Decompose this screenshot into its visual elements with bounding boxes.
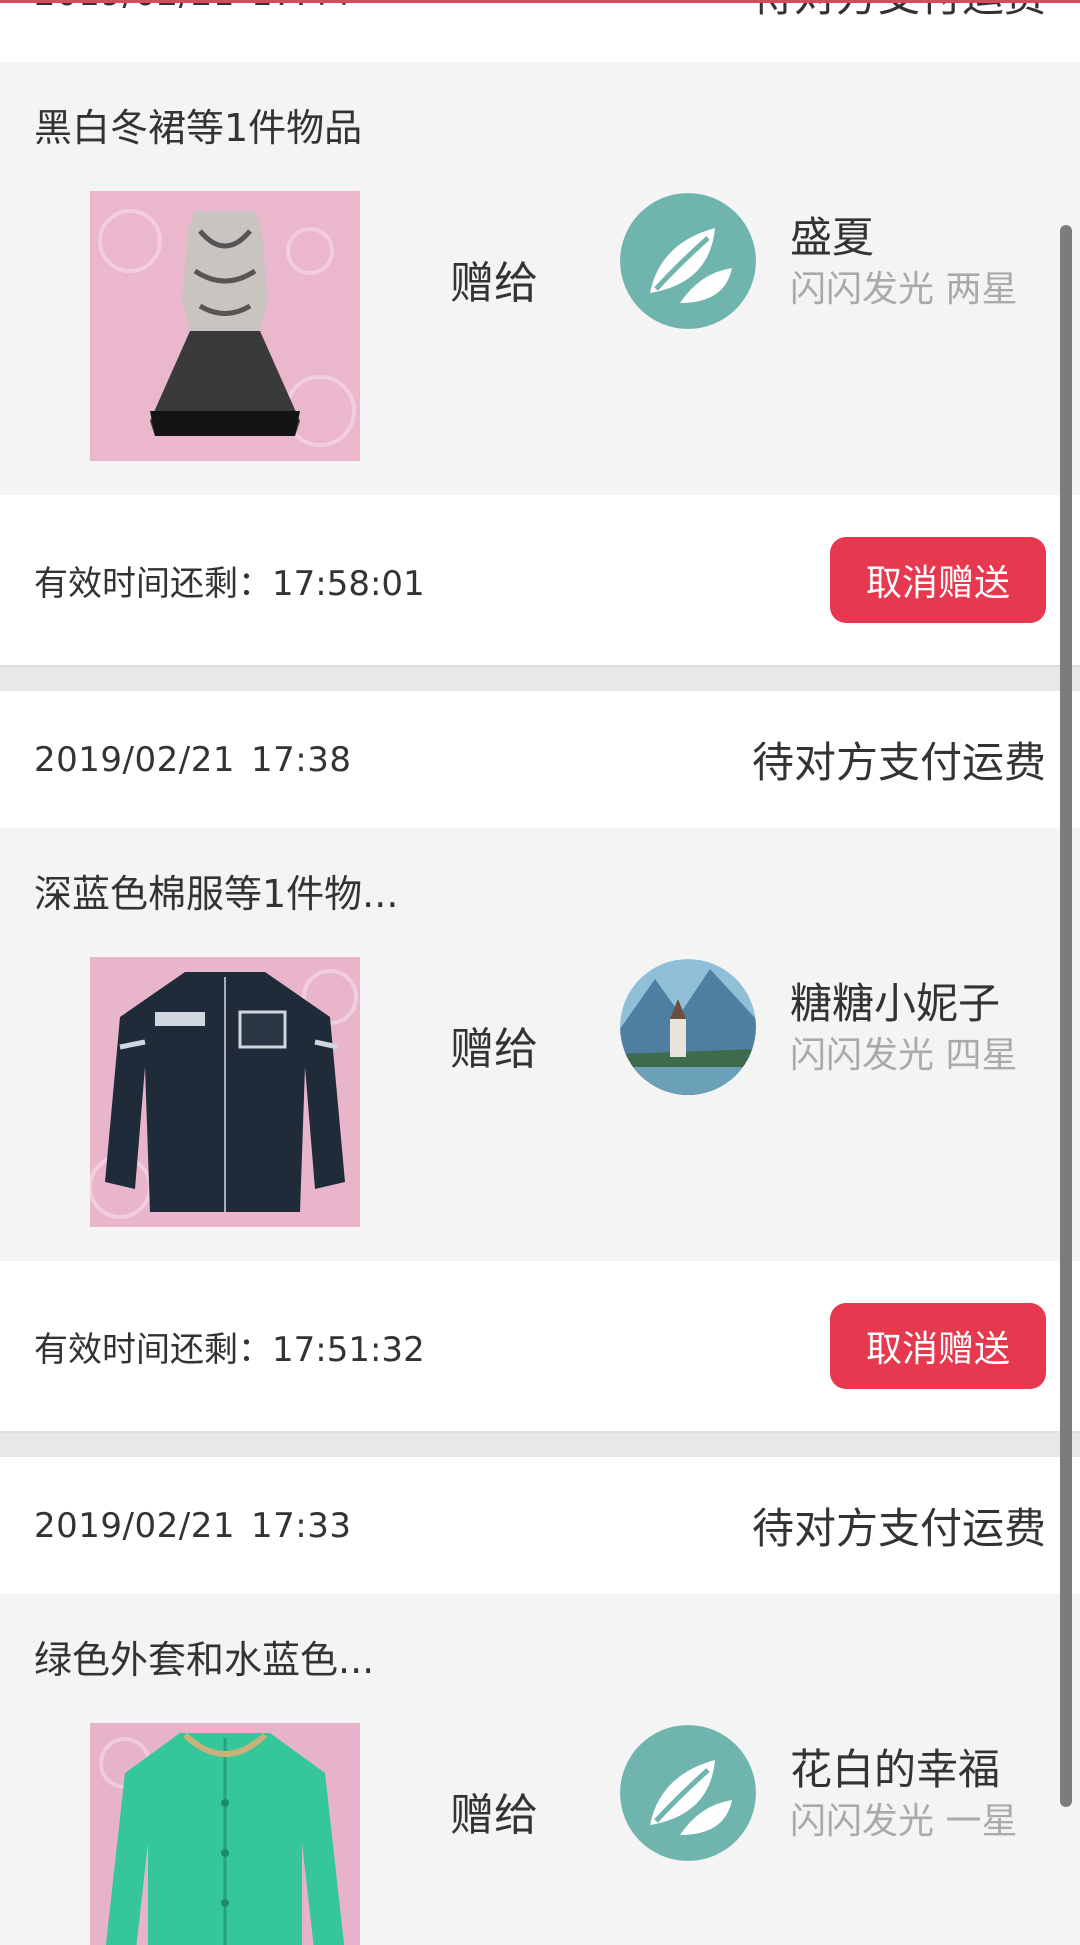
scrollbar[interactable] bbox=[1060, 225, 1072, 1807]
recipient-avatar-landscape[interactable] bbox=[620, 959, 756, 1095]
order-date: 2019/02/21 bbox=[34, 739, 235, 780]
cancel-gift-button[interactable]: 取消赠送 bbox=[830, 1303, 1046, 1389]
countdown-text: 有效时间还剩：17:58:01 bbox=[34, 563, 425, 604]
recipient-name: 糖糖小妮子 bbox=[790, 979, 1001, 1028]
order-status: 待对方支付运费 bbox=[752, 0, 1046, 24]
product-photo-dress[interactable] bbox=[90, 191, 360, 461]
order-footer: 有效时间还剩：17:58:01 取消赠送 bbox=[0, 495, 1080, 665]
order-list: 2019/02/2117:44 待对方支付运费 黑白冬裙等1件物品 bbox=[0, 0, 1080, 1945]
order-list-viewport[interactable]: 2019/02/2117:44 待对方支付运费 黑白冬裙等1件物品 bbox=[0, 0, 1080, 1945]
item-title: 深蓝色棉服等1件物... bbox=[34, 872, 399, 916]
order-status: 待对方支付运费 bbox=[751, 738, 1046, 787]
item-title: 黑白冬裙等1件物品 bbox=[34, 106, 363, 150]
order-card: 2019/02/21 17:33 待对方支付运费 绿色外套和水蓝色... 赠给 … bbox=[0, 1457, 1080, 1945]
order-status: 待对方支付运费 bbox=[751, 1504, 1046, 1553]
order-datetime: 2019/02/21 17:38 bbox=[34, 740, 351, 780]
give-label: 赠给 bbox=[450, 1024, 538, 1075]
order-body[interactable]: 绿色外套和水蓝色... 赠给 花白的幸福 闪闪发光 一星 bbox=[0, 1594, 1080, 1945]
order-card: 2019/02/2117:44 待对方支付运费 黑白冬裙等1件物品 bbox=[0, 0, 1080, 665]
top-accent-bar bbox=[0, 0, 1080, 3]
recipient-level: 闪闪发光 一星 bbox=[790, 1801, 1018, 1842]
recipient-avatar-leaf[interactable] bbox=[620, 1725, 756, 1861]
item-title: 绿色外套和水蓝色... bbox=[34, 1638, 375, 1682]
cancel-gift-button[interactable]: 取消赠送 bbox=[830, 537, 1046, 623]
recipient-name: 花白的幸福 bbox=[790, 1745, 1001, 1794]
product-photo-jacket[interactable] bbox=[90, 957, 360, 1227]
order-date: 2019/02/21 bbox=[34, 1505, 235, 1546]
order-datetime: 2019/02/21 17:33 bbox=[34, 1506, 351, 1546]
recipient-name: 盛夏 bbox=[790, 213, 875, 262]
card-divider bbox=[0, 665, 1080, 691]
recipient-level: 闪闪发光 两星 bbox=[790, 269, 1018, 310]
countdown-text: 有效时间还剩：17:51:32 bbox=[34, 1329, 425, 1370]
recipient-level: 闪闪发光 四星 bbox=[790, 1035, 1018, 1076]
recipient-avatar-leaf[interactable] bbox=[620, 193, 756, 329]
order-time: 17:38 bbox=[250, 739, 352, 780]
product-photo-coat[interactable] bbox=[90, 1723, 360, 1945]
order-body[interactable]: 深蓝色棉服等1件物... 赠给 糖糖小妮子 闪闪发光 四星 bbox=[0, 828, 1080, 1261]
order-body[interactable]: 黑白冬裙等1件物品 赠给 盛夏 闪闪发光 两星 bbox=[0, 62, 1080, 495]
order-header: 2019/02/2117:44 待对方支付运费 bbox=[0, 0, 1080, 62]
order-time: 17:33 bbox=[250, 1505, 352, 1546]
card-divider bbox=[0, 1431, 1080, 1457]
give-label: 赠给 bbox=[450, 1790, 538, 1841]
order-header: 2019/02/21 17:38 待对方支付运费 bbox=[0, 691, 1080, 828]
give-label: 赠给 bbox=[450, 258, 538, 309]
order-footer: 有效时间还剩：17:51:32 取消赠送 bbox=[0, 1261, 1080, 1431]
order-header: 2019/02/21 17:33 待对方支付运费 bbox=[0, 1457, 1080, 1594]
order-card: 2019/02/21 17:38 待对方支付运费 深蓝色棉服等1件物... 赠给… bbox=[0, 691, 1080, 1431]
